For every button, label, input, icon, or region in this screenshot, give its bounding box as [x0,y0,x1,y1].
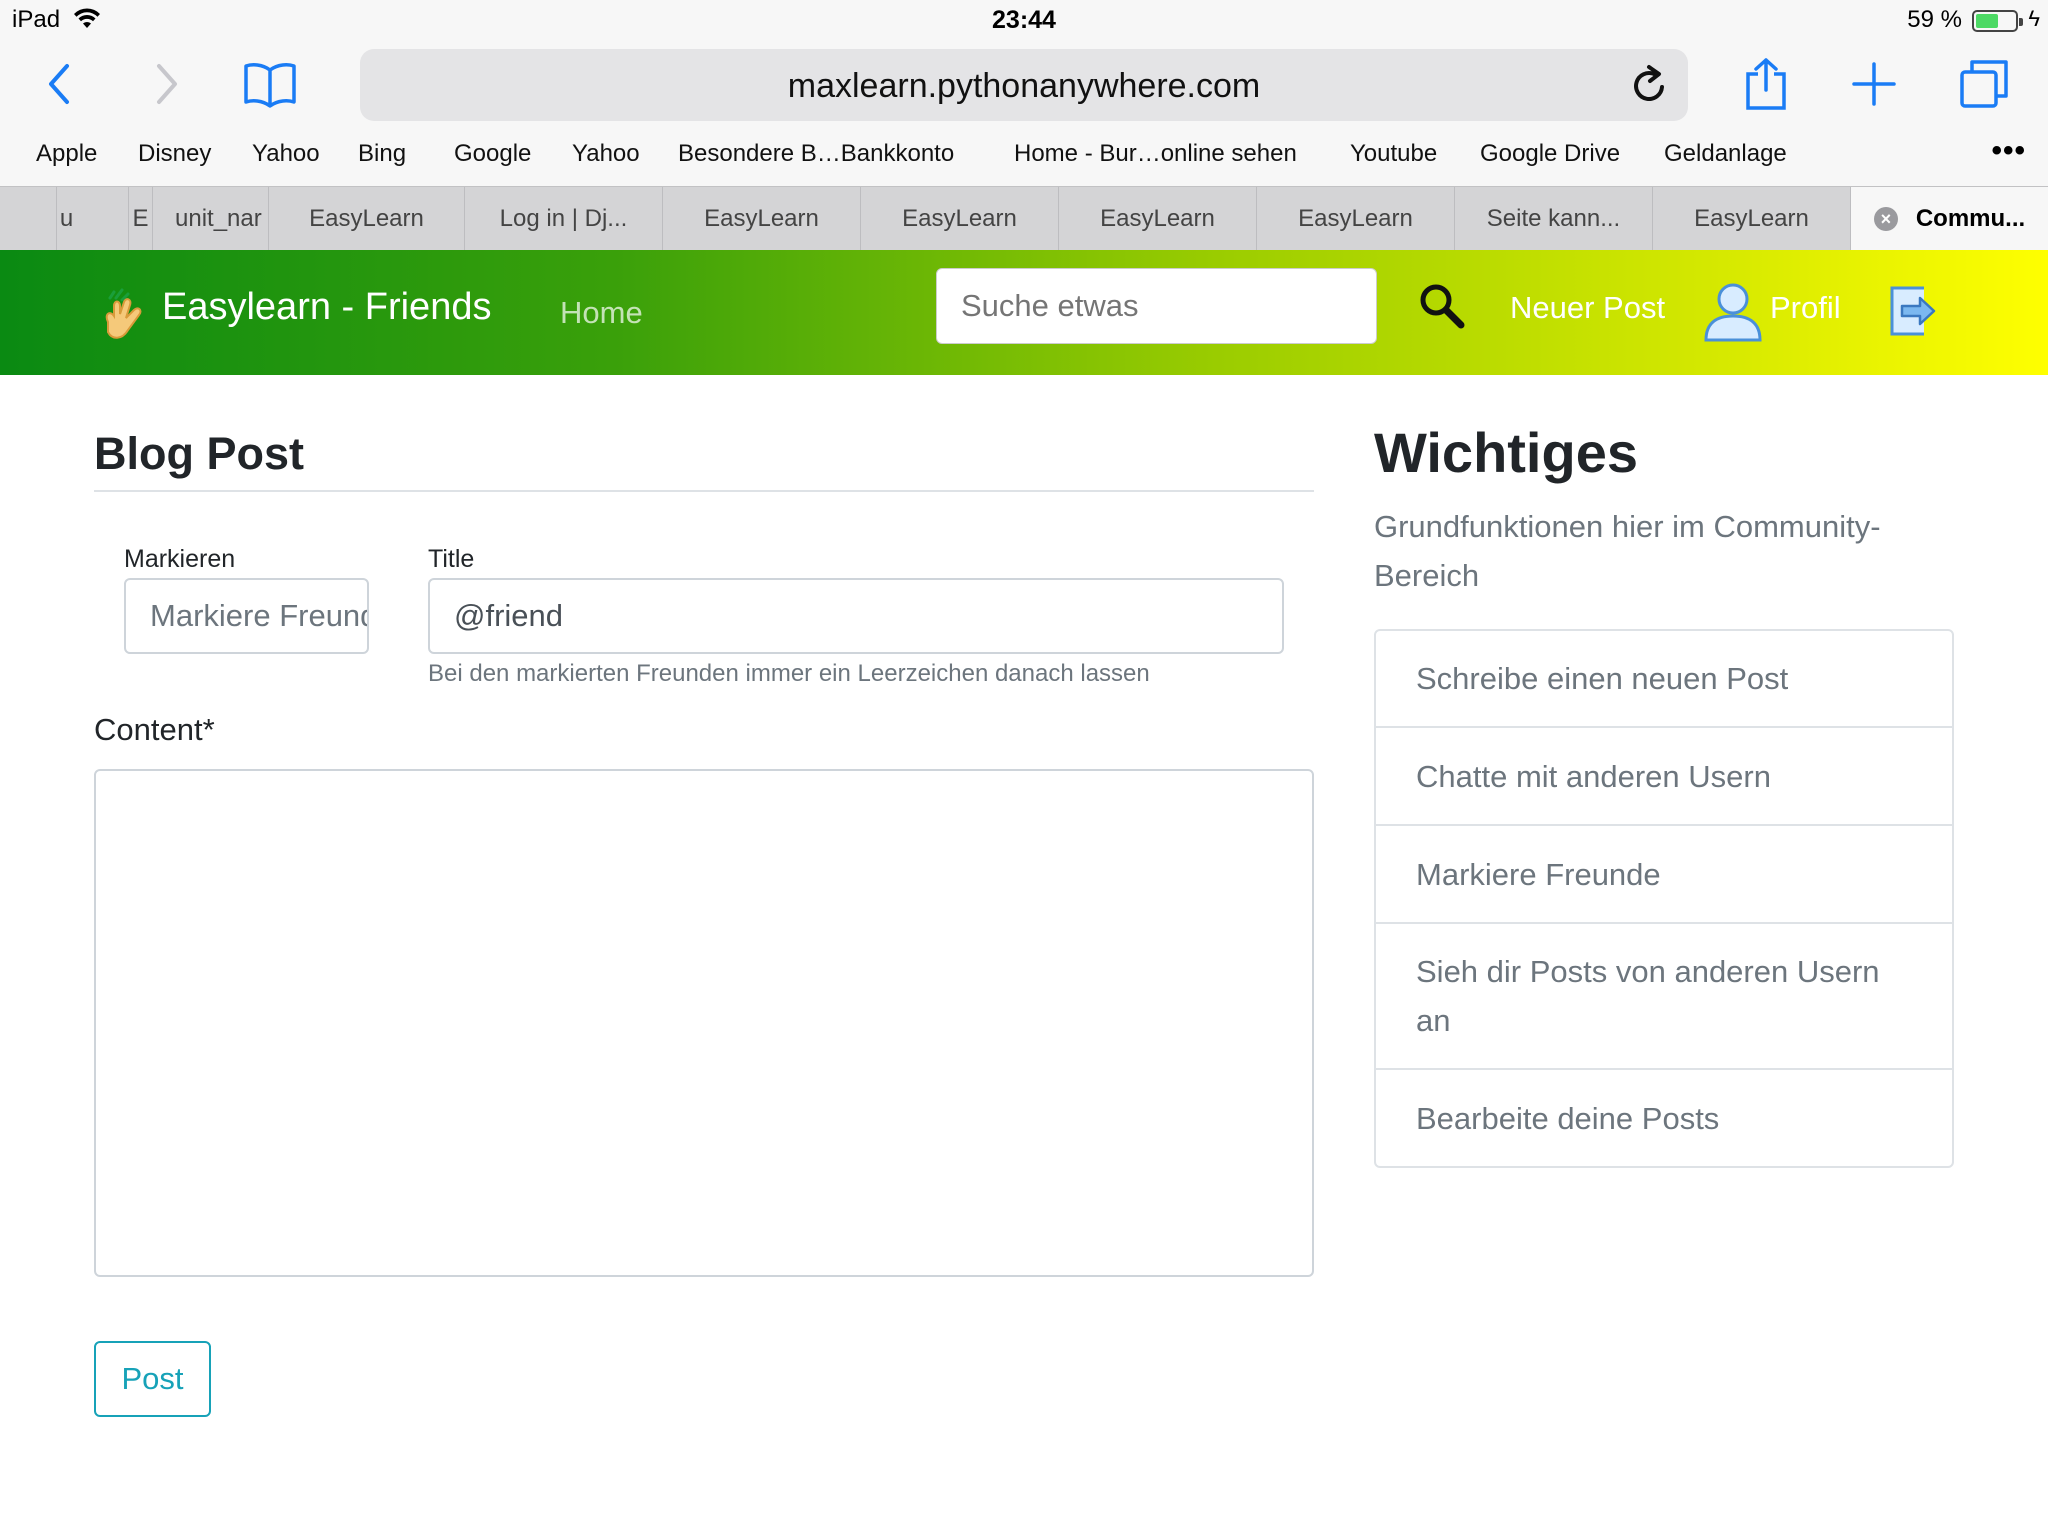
sidebar-title: Wichtiges [1374,421,1638,484]
title-input[interactable]: @friend [428,578,1284,654]
battery-icon [1972,10,2023,32]
tab-bar: u E unit_nar EasyLearn Log in | Dj... Ea… [0,186,2048,250]
tab[interactable]: EasyLearn [1256,187,1454,250]
bookmarks-icon[interactable] [240,54,300,114]
mark-label: Markieren [124,545,236,573]
title-label: Title [428,545,475,573]
tab-active-label[interactable]: Commu... [1916,205,2025,233]
tab[interactable]: u [56,187,76,250]
bookmark-item[interactable]: Home - Bur…online sehen [1014,140,1297,168]
bookmark-item[interactable]: Youtube [1350,140,1437,168]
tab[interactable]: EasyLearn [662,187,860,250]
tab[interactable]: Seite kann... [1454,187,1652,250]
search-input[interactable] [936,268,1377,344]
bookmarks-bar: Apple Disney Yahoo Bing Google Yahoo Bes… [0,130,2048,186]
browser-toolbar: maxlearn.pythonanywhere.com [0,40,2048,130]
sidebar-subtitle: Grundfunktionen hier im Community-Bereic… [1374,509,1881,593]
list-item: Sieh dir Posts von anderen Usern an [1376,924,1952,1070]
profile-link[interactable]: Profil [1770,290,1841,326]
title-divider [94,490,1314,492]
bookmark-item[interactable]: Besondere B…Bankkonto [678,140,954,168]
brand-title[interactable]: Easylearn - Friends [162,286,491,329]
search-icon[interactable] [1418,282,1466,330]
bookmark-item[interactable]: Disney [138,140,211,168]
bookmark-item[interactable]: Yahoo [252,140,320,168]
post-button[interactable]: Post [94,1341,211,1417]
content-label: Content* [94,712,215,747]
list-item: Bearbeite deine Posts [1416,1100,1720,1136]
site-navbar: Easylearn - Friends Home Neuer Post Prof… [0,250,2048,375]
bookmark-item[interactable]: Yahoo [572,140,640,168]
bookmark-item[interactable]: Geldanlage [1664,140,1787,168]
charging-icon: ϟ [2028,6,2040,31]
new-post-link[interactable]: Neuer Post [1510,290,1665,326]
tab[interactable]: E [128,187,152,250]
sidebar-list: Schreibe einen neuen Post Chatte mit and… [1374,629,1954,1168]
url-text[interactable]: maxlearn.pythonanywhere.com [360,67,1688,106]
bookmark-item[interactable]: Google [454,140,531,168]
back-icon[interactable] [30,54,90,114]
tabs-icon[interactable] [1954,54,2014,114]
more-icon[interactable]: ••• [1991,134,2026,168]
nav-home-link[interactable]: Home [560,295,643,331]
clock: 23:44 [992,6,1056,34]
tab[interactable]: EasyLearn [268,187,464,250]
list-item: Chatte mit anderen Usern [1376,728,1952,826]
share-icon[interactable] [1736,54,1796,114]
bookmark-item[interactable]: Bing [358,140,406,168]
tab[interactable]: EasyLearn [1058,187,1256,250]
forward-icon[interactable] [136,54,196,114]
content-textarea[interactable] [94,769,1314,1277]
reload-icon[interactable] [1628,63,1672,107]
bookmark-item[interactable]: Apple [36,140,97,168]
battery-percent: 59 % [1907,6,1962,33]
bookmark-item[interactable]: Google Drive [1480,140,1620,168]
new-tab-icon[interactable] [1844,54,1904,114]
waving-hand-icon [100,288,146,344]
page-title: Blog Post [94,428,304,479]
list-item: Markiere Freunde [1376,826,1952,924]
mark-friends-input[interactable]: Markiere Freunde [124,578,369,654]
help-text: Bei den markierten Freunden immer ein Le… [428,660,1150,687]
list-item: Schreibe einen neuen Post [1376,631,1952,728]
tab[interactable]: unit_nar [152,187,268,250]
address-bar[interactable]: maxlearn.pythonanywhere.com [360,49,1688,121]
tab[interactable]: EasyLearn [860,187,1058,250]
tab[interactable]: Log in | Dj... [464,187,662,250]
battery-fill [1976,14,1998,28]
status-bar: iPad 23:44 59 % ϟ [0,0,2048,40]
user-icon[interactable] [1704,282,1762,342]
tab[interactable]: EasyLearn [1652,187,1850,250]
tab-active[interactable]: × Commu... [1850,187,2048,250]
logout-icon[interactable] [1888,282,1938,340]
close-tab-icon[interactable]: × [1873,206,1898,231]
